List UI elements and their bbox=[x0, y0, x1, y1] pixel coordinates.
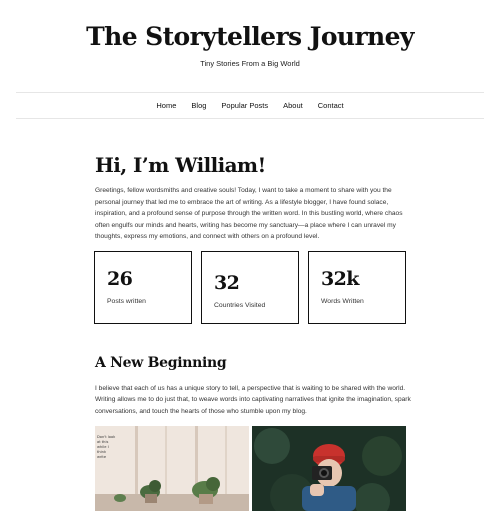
greeting-heading: Hi, I’m William! bbox=[95, 153, 266, 177]
plant-room-illustration: Don't look at this while I think write bbox=[95, 426, 249, 511]
main-navigation: Home Blog Popular Posts About Contact bbox=[16, 92, 484, 119]
stat-value: 32k bbox=[321, 268, 359, 290]
wall-note-text: Don't look bbox=[97, 435, 116, 439]
intro-paragraph: Greetings, fellow wordsmiths and creativ… bbox=[95, 187, 403, 241]
nav-link-blog[interactable]: Blog bbox=[191, 101, 206, 110]
photographer-camera-photo bbox=[252, 426, 406, 511]
site-header: The Storytellers Journey Tiny Stories Fr… bbox=[0, 0, 500, 92]
nav-items: Home Blog Popular Posts About Contact bbox=[16, 93, 484, 118]
svg-text:while I: while I bbox=[97, 445, 109, 449]
stat-label: Words Written bbox=[321, 298, 364, 305]
svg-text:write: write bbox=[97, 455, 107, 459]
photographer-illustration bbox=[252, 426, 406, 511]
section-paragraph: I believe that each of us has a unique s… bbox=[95, 385, 411, 415]
stat-card-posts: 26 Posts written bbox=[94, 251, 192, 324]
site-tagline: Tiny Stories From a Big World bbox=[200, 59, 300, 68]
plant-room-photo: Don't look at this while I think write bbox=[95, 426, 249, 511]
stat-card-countries: 32 Countries Visited bbox=[201, 251, 299, 324]
nav-link-contact[interactable]: Contact bbox=[318, 101, 344, 110]
stat-label: Posts written bbox=[107, 298, 146, 305]
site-title[interactable]: The Storytellers Journey bbox=[0, 22, 500, 51]
nav-link-popular-posts[interactable]: Popular Posts bbox=[221, 101, 268, 110]
nav-link-home[interactable]: Home bbox=[156, 101, 176, 110]
stat-value: 32 bbox=[214, 272, 240, 294]
stat-label: Countries Visited bbox=[214, 302, 266, 309]
section-heading: A New Beginning bbox=[95, 355, 227, 371]
stat-value: 26 bbox=[107, 268, 133, 290]
nav-link-about[interactable]: About bbox=[283, 101, 303, 110]
svg-text:think: think bbox=[97, 450, 107, 454]
svg-text:at this: at this bbox=[97, 440, 108, 444]
stat-card-words: 32k Words Written bbox=[308, 251, 406, 324]
